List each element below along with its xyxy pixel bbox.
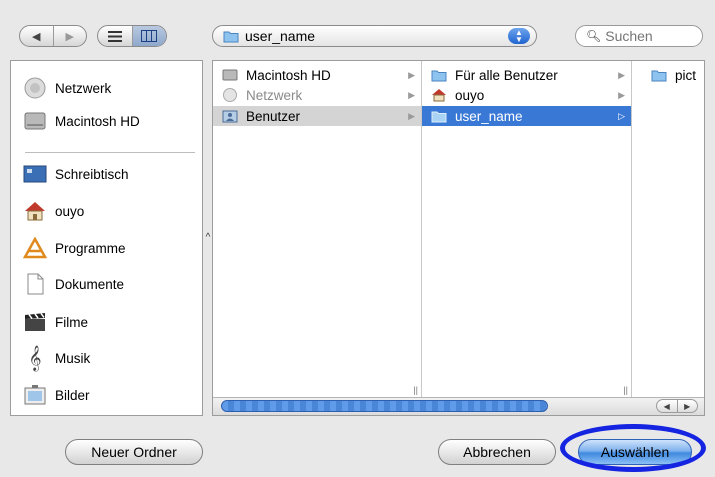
users-folder-icon: [221, 108, 239, 124]
back-forward-control: ◀ ▶: [19, 25, 87, 47]
applications-icon: [21, 236, 49, 260]
list-item[interactable]: pict: [632, 65, 704, 85]
disclosure-arrow-icon: ▶: [408, 69, 415, 80]
sidebar-item-schreibtisch[interactable]: Schreibtisch: [21, 160, 129, 188]
sidebar-item-label: Macintosh HD: [55, 113, 140, 129]
list-item[interactable]: Für alle Benutzer ▶: [422, 65, 631, 85]
search-input[interactable]: [603, 27, 688, 45]
sidebar-item-label: Bilder: [55, 387, 90, 403]
music-icon: 𝄞: [28, 345, 42, 370]
disclosure-arrow-icon: ▶: [408, 110, 415, 121]
list-item-label: pict: [675, 67, 697, 83]
scroll-arrows: ◀ ▶: [656, 399, 698, 413]
list-view-icon: [107, 30, 122, 42]
cancel-button[interactable]: Abbrechen: [438, 439, 556, 465]
location-label: user_name: [245, 28, 316, 44]
sidebar-item-filme[interactable]: Filme: [21, 308, 88, 336]
popup-arrows-icon: ▲ ▼: [508, 28, 530, 44]
list-item-label: ouyo: [455, 87, 485, 103]
sidebar-splitter[interactable]: ^: [204, 232, 212, 246]
back-button[interactable]: ◀: [20, 26, 53, 46]
sidebar-item-macintosh-hd[interactable]: Macintosh HD: [21, 107, 140, 135]
list-item[interactable]: Netzwerk ▶: [213, 85, 421, 105]
search-icon: 🔍︎: [586, 29, 602, 43]
desktop-icon: [21, 162, 49, 186]
network-icon: [21, 76, 49, 100]
list-item-label: Für alle Benutzer: [455, 67, 558, 83]
disclosure-arrow-icon: ▶: [618, 89, 625, 100]
list-item-label: Benutzer: [246, 108, 301, 124]
sidebar-item-label: Netzwerk: [55, 80, 112, 96]
sidebar: Netzwerk Macintosh HD Schreibtisch ouyo …: [10, 60, 203, 416]
sidebar-item-label: Dokumente: [55, 276, 125, 292]
hard-disk-icon: [221, 67, 239, 83]
disclosure-arrow-icon: ▶: [618, 69, 625, 80]
disclosure-arrow-icon: ▷: [618, 110, 625, 121]
sidebar-item-label: Schreibtisch: [55, 166, 129, 182]
list-item[interactable]: ouyo ▶: [422, 85, 631, 105]
column-view-icon: [141, 30, 158, 42]
sidebar-item-label: Musik: [55, 350, 91, 366]
home-icon: [21, 199, 49, 223]
sidebar-item-label: Filme: [55, 314, 88, 330]
disclosure-arrow-icon: ▶: [408, 89, 415, 100]
forward-arrow-icon: ▶: [65, 30, 74, 43]
forward-button[interactable]: ▶: [52, 26, 87, 46]
pictures-icon: [21, 383, 49, 407]
list-item[interactable]: Macintosh HD ▶: [213, 65, 421, 85]
folder-icon: [430, 108, 448, 124]
movies-icon: [21, 310, 49, 334]
sidebar-item-programme[interactable]: Programme: [21, 234, 126, 262]
back-arrow-icon: ◀: [32, 30, 41, 43]
sidebar-item-bilder[interactable]: Bilder: [21, 381, 90, 409]
browser-column-1: Macintosh HD ▶ Netzwerk ▶ Benutzer ▶ ||: [213, 61, 422, 397]
list-item-selected[interactable]: user_name ▷: [422, 106, 631, 126]
sidebar-item-musik[interactable]: 𝄞 Musik: [21, 344, 90, 372]
list-view-button[interactable]: [98, 26, 132, 46]
search-field[interactable]: 🔍︎: [575, 25, 703, 47]
list-item-label: Macintosh HD: [246, 67, 331, 83]
sidebar-divider: [25, 152, 195, 153]
sidebar-item-netzwerk[interactable]: Netzwerk: [21, 74, 111, 102]
choose-button[interactable]: Auswählen: [578, 439, 692, 465]
new-folder-button[interactable]: Neuer Ordner: [65, 439, 203, 465]
scroll-left-icon[interactable]: ◀: [657, 400, 677, 412]
view-mode-control: [97, 25, 167, 47]
column-view-button[interactable]: [131, 26, 166, 46]
column-browser: Macintosh HD ▶ Netzwerk ▶ Benutzer ▶ || …: [212, 60, 705, 416]
location-popup[interactable]: user_name ▲ ▼: [212, 25, 537, 47]
browser-column-3: pict: [632, 61, 704, 397]
network-icon: [221, 87, 239, 103]
browser-column-2: Für alle Benutzer ▶ ouyo ▶ user_name ▷ |…: [422, 61, 632, 397]
horizontal-scrollbar[interactable]: ◀ ▶: [213, 397, 704, 415]
documents-icon: [21, 272, 49, 296]
scroll-right-icon[interactable]: ▶: [676, 400, 698, 412]
sidebar-item-label: Programme: [55, 240, 126, 256]
column-resize-grip[interactable]: ||: [623, 385, 628, 395]
scrollbar-thumb[interactable]: [221, 400, 548, 412]
column-resize-grip[interactable]: ||: [413, 385, 418, 395]
home-icon: [430, 87, 448, 103]
sidebar-item-label: ouyo: [55, 203, 85, 219]
folder-icon: [223, 31, 239, 43]
list-item-selected[interactable]: Benutzer ▶: [213, 106, 421, 126]
sidebar-item-ouyo[interactable]: ouyo: [21, 197, 84, 225]
toolbar: ◀ ▶ user_name ▲ ▼ 🔍︎: [0, 0, 715, 58]
sidebar-item-dokumente[interactable]: Dokumente: [21, 270, 124, 298]
list-item-label: Netzwerk: [246, 87, 303, 103]
hard-disk-icon: [21, 109, 49, 133]
folder-icon: [650, 67, 668, 83]
list-item-label: user_name: [455, 108, 523, 124]
folder-icon: [430, 67, 448, 83]
